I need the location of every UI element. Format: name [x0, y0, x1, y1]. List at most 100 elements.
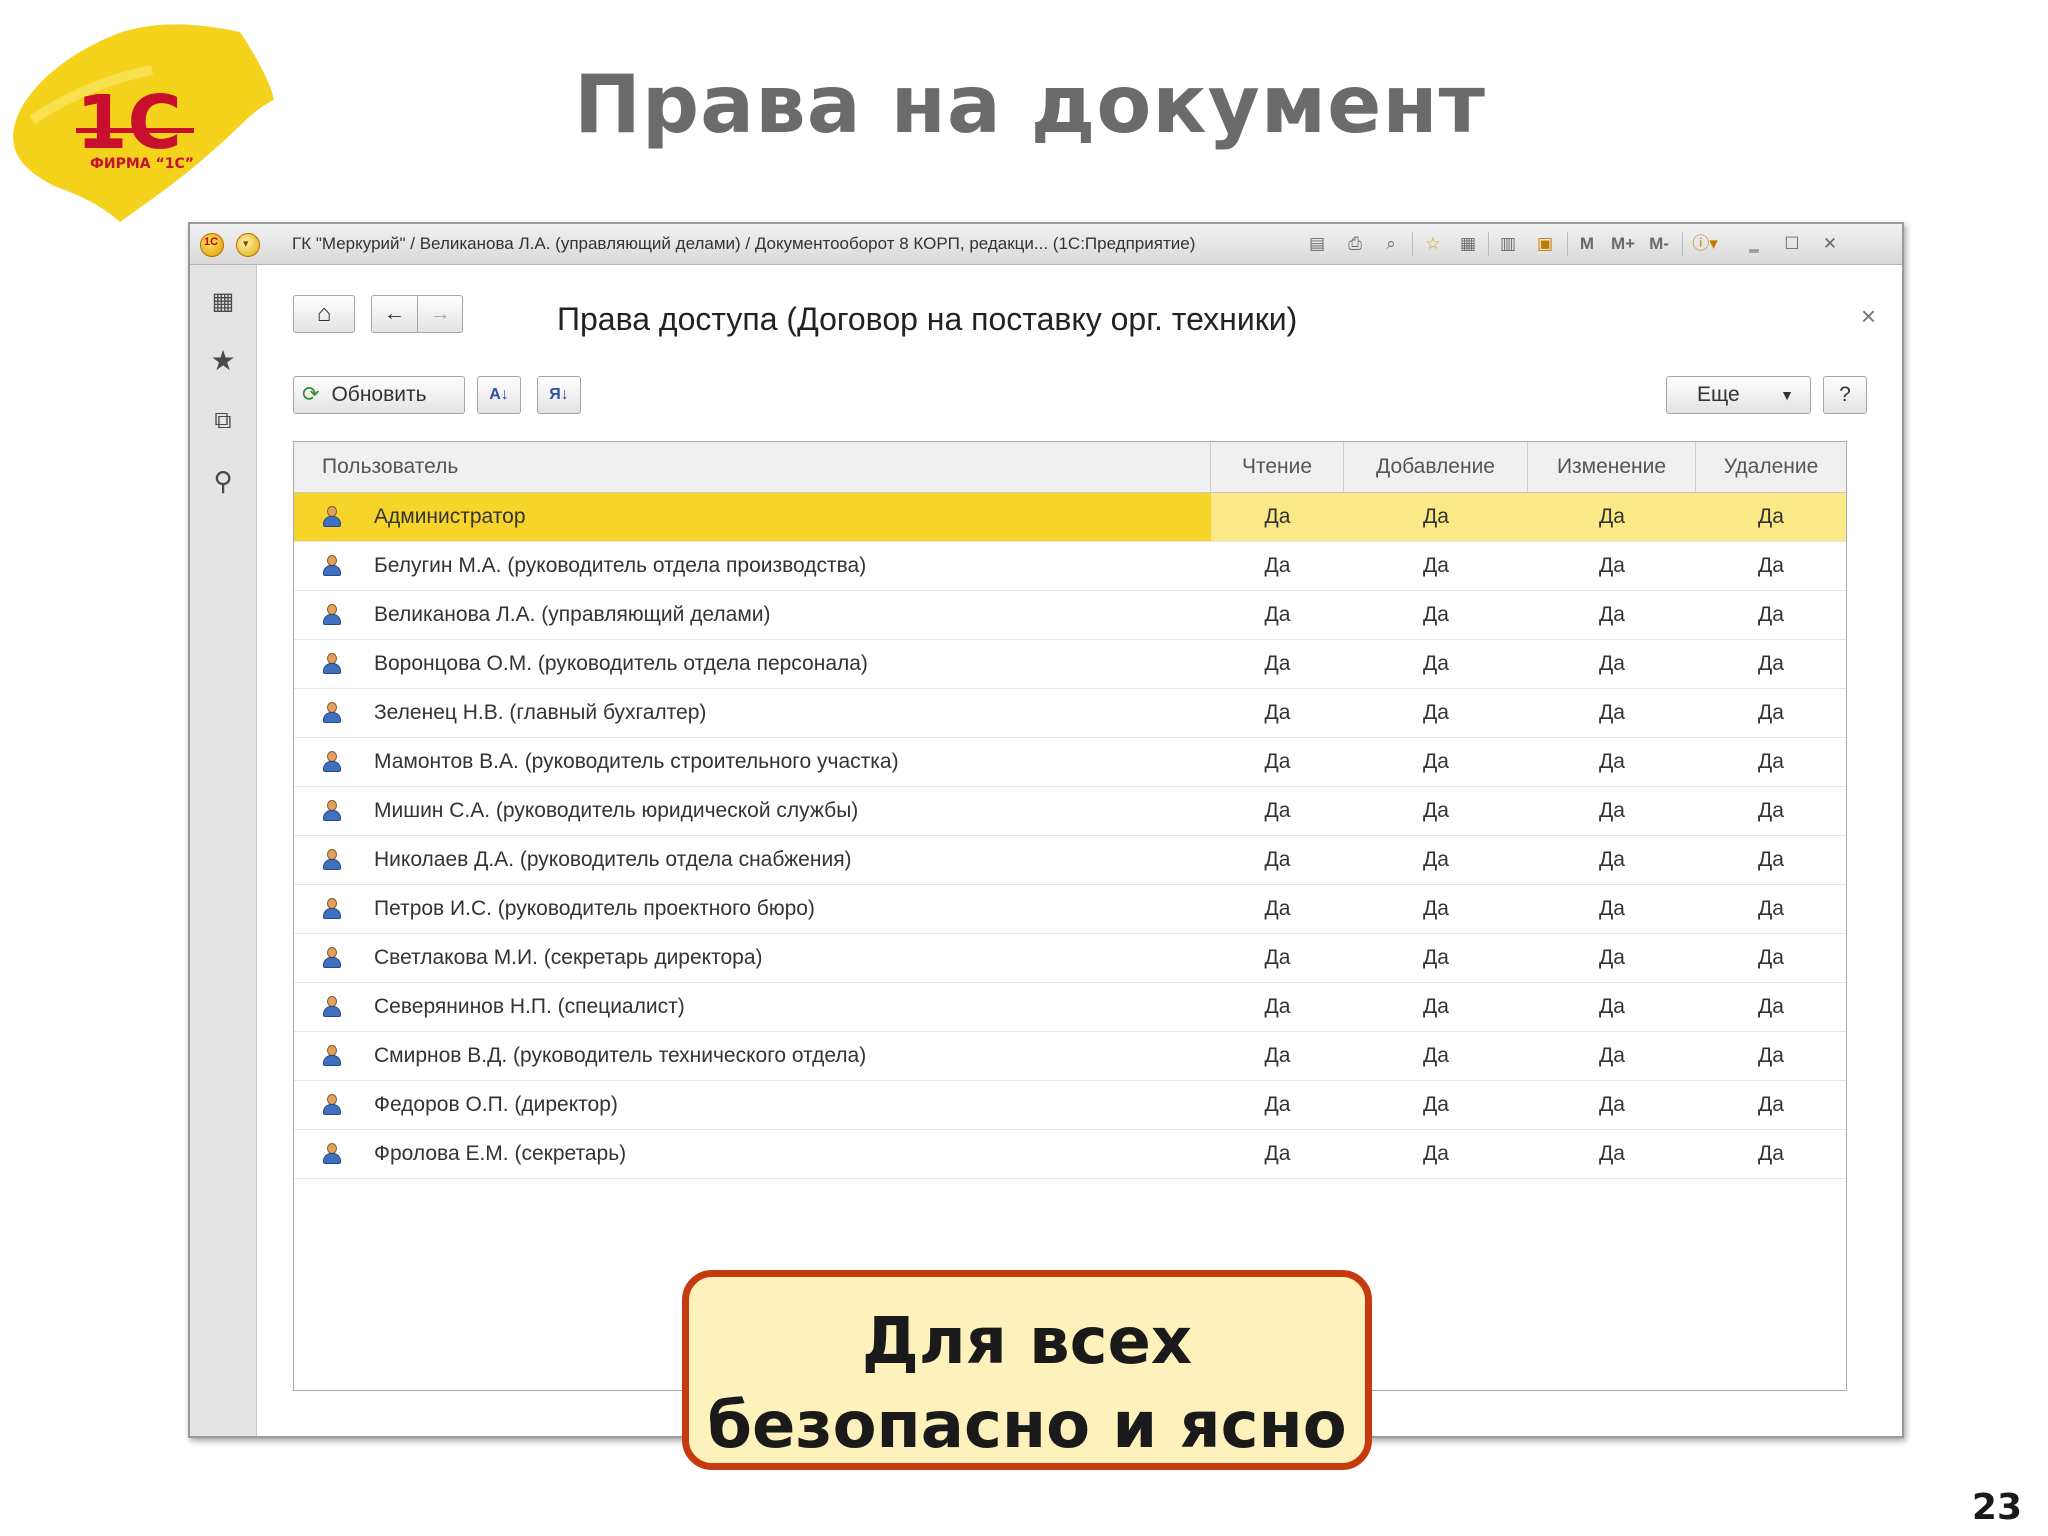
back-button[interactable]: ← [371, 295, 417, 333]
add-cell[interactable]: Да [1344, 1130, 1528, 1178]
add-cell[interactable]: Да [1344, 493, 1528, 541]
edit-cell[interactable]: Да [1528, 983, 1696, 1031]
read-cell[interactable]: Да [1211, 591, 1344, 639]
read-cell[interactable]: Да [1211, 738, 1344, 786]
refresh-button[interactable]: ⟳ Обновить [293, 376, 465, 414]
table-row[interactable]: Петров И.С. (руководитель проектного бюр… [294, 885, 1846, 934]
preview-icon[interactable]: ⌕ [1379, 232, 1403, 256]
edit-cell[interactable]: Да [1528, 1130, 1696, 1178]
main-menu-icon[interactable]: ▾ [236, 233, 260, 257]
read-cell[interactable]: Да [1211, 1032, 1344, 1080]
table-row[interactable]: Светлакова М.И. (секретарь директора) Да Д… [294, 934, 1846, 983]
table-row[interactable]: Мамонтов В.А. (руководитель строительног… [294, 738, 1846, 787]
table-row[interactable]: Администратор Да Да Да Да [294, 493, 1846, 542]
edit-cell[interactable]: Да [1528, 787, 1696, 835]
read-cell[interactable]: Да [1211, 885, 1344, 933]
delete-cell[interactable]: Да [1696, 689, 1846, 737]
table-row[interactable]: Федоров О.П. (директор) Да Да Да Да [294, 1081, 1846, 1130]
memory-icon[interactable]: M [1574, 232, 1600, 256]
search-icon[interactable]: ⚲ [206, 464, 240, 498]
table-row[interactable]: Великанова Л.А. (управляющий делами) Да Да… [294, 591, 1846, 640]
read-cell[interactable]: Да [1211, 640, 1344, 688]
form-close-button[interactable]: × [1861, 301, 1876, 332]
delete-cell[interactable]: Да [1696, 493, 1846, 541]
edit-cell[interactable]: Да [1528, 493, 1696, 541]
add-cell[interactable]: Да [1344, 1032, 1528, 1080]
column-header-add[interactable]: Добавление [1344, 442, 1528, 492]
table-row[interactable]: Воронцова О.М. (руководитель отдела перс… [294, 640, 1846, 689]
edit-cell[interactable]: Да [1528, 640, 1696, 688]
sort-descending-button[interactable]: Я↓ [537, 376, 581, 414]
more-menu-button[interactable]: Еще ▼ [1666, 376, 1811, 414]
history-icon[interactable]: ▦ [1456, 232, 1480, 256]
delete-cell[interactable]: Да [1696, 983, 1846, 1031]
sort-ascending-button[interactable]: A↓ [477, 376, 521, 414]
column-header-user[interactable]: Пользователь [294, 442, 1211, 492]
apps-grid-icon[interactable]: ▦ [206, 285, 240, 319]
delete-cell[interactable]: Да [1696, 1081, 1846, 1129]
delete-cell[interactable]: Да [1696, 885, 1846, 933]
delete-cell[interactable]: Да [1696, 591, 1846, 639]
delete-cell[interactable]: Да [1696, 787, 1846, 835]
delete-cell[interactable]: Да [1696, 1130, 1846, 1178]
edit-cell[interactable]: Да [1528, 885, 1696, 933]
table-row[interactable]: Смирнов В.Д. (руководитель технического … [294, 1032, 1846, 1081]
column-header-delete[interactable]: Удаление [1696, 442, 1846, 492]
add-cell[interactable]: Да [1344, 689, 1528, 737]
add-cell[interactable]: Да [1344, 1081, 1528, 1129]
close-icon[interactable]: ✕ [1818, 232, 1842, 256]
read-cell[interactable]: Да [1211, 1130, 1344, 1178]
delete-cell[interactable]: Да [1696, 738, 1846, 786]
read-cell[interactable]: Да [1211, 493, 1344, 541]
info-icon[interactable]: ⓘ▾ [1690, 232, 1720, 256]
add-cell[interactable]: Да [1344, 983, 1528, 1031]
column-header-read[interactable]: Чтение [1211, 442, 1344, 492]
edit-cell[interactable]: Да [1528, 542, 1696, 590]
star-icon[interactable]: ★ [206, 344, 240, 378]
edit-cell[interactable]: Да [1528, 591, 1696, 639]
table-row[interactable]: Северянинов Н.П. (специалист) Да Да Да Да [294, 983, 1846, 1032]
edit-cell[interactable]: Да [1528, 689, 1696, 737]
edit-cell[interactable]: Да [1528, 934, 1696, 982]
column-header-edit[interactable]: Изменение [1528, 442, 1696, 492]
read-cell[interactable]: Да [1211, 934, 1344, 982]
minimize-icon[interactable]: ‗ [1742, 232, 1766, 256]
1c-app-icon[interactable]: 1С [200, 233, 224, 257]
edit-cell[interactable]: Да [1528, 1081, 1696, 1129]
calendar-icon[interactable]: ▣ [1533, 232, 1557, 256]
add-cell[interactable]: Да [1344, 787, 1528, 835]
read-cell[interactable]: Да [1211, 836, 1344, 884]
table-row[interactable]: Белугин М.А. (руководитель отдела произв… [294, 542, 1846, 591]
add-cell[interactable]: Да [1344, 542, 1528, 590]
read-cell[interactable]: Да [1211, 983, 1344, 1031]
history-icon[interactable]: ⧉ [206, 404, 240, 438]
add-cell[interactable]: Да [1344, 836, 1528, 884]
favorites-icon[interactable]: ☆ [1420, 232, 1446, 256]
home-button[interactable]: ⌂ [293, 295, 355, 333]
edit-cell[interactable]: Да [1528, 1032, 1696, 1080]
delete-cell[interactable]: Да [1696, 640, 1846, 688]
add-cell[interactable]: Да [1344, 885, 1528, 933]
delete-cell[interactable]: Да [1696, 934, 1846, 982]
table-row[interactable]: Зеленец Н.В. (главный бухгалтер) Да Да Да Да [294, 689, 1846, 738]
add-cell[interactable]: Да [1344, 591, 1528, 639]
read-cell[interactable]: Да [1211, 787, 1344, 835]
forward-button[interactable]: → [417, 295, 463, 333]
read-cell[interactable]: Да [1211, 542, 1344, 590]
delete-cell[interactable]: Да [1696, 1032, 1846, 1080]
delete-cell[interactable]: Да [1696, 542, 1846, 590]
memory-minus-icon[interactable]: M- [1644, 232, 1674, 256]
print-icon[interactable]: ⎙ [1343, 232, 1367, 256]
help-button[interactable]: ? [1823, 376, 1867, 414]
maximize-icon[interactable]: ☐ [1780, 232, 1804, 256]
add-cell[interactable]: Да [1344, 640, 1528, 688]
add-cell[interactable]: Да [1344, 738, 1528, 786]
read-cell[interactable]: Да [1211, 689, 1344, 737]
calculator-icon[interactable]: ▥ [1496, 232, 1520, 256]
save-icon[interactable]: ▤ [1305, 232, 1329, 256]
delete-cell[interactable]: Да [1696, 836, 1846, 884]
table-row[interactable]: Мишин С.А. (руководитель юридической слу… [294, 787, 1846, 836]
edit-cell[interactable]: Да [1528, 738, 1696, 786]
table-row[interactable]: Фролова Е.М. (секретарь) Да Да Да Да [294, 1130, 1846, 1179]
add-cell[interactable]: Да [1344, 934, 1528, 982]
